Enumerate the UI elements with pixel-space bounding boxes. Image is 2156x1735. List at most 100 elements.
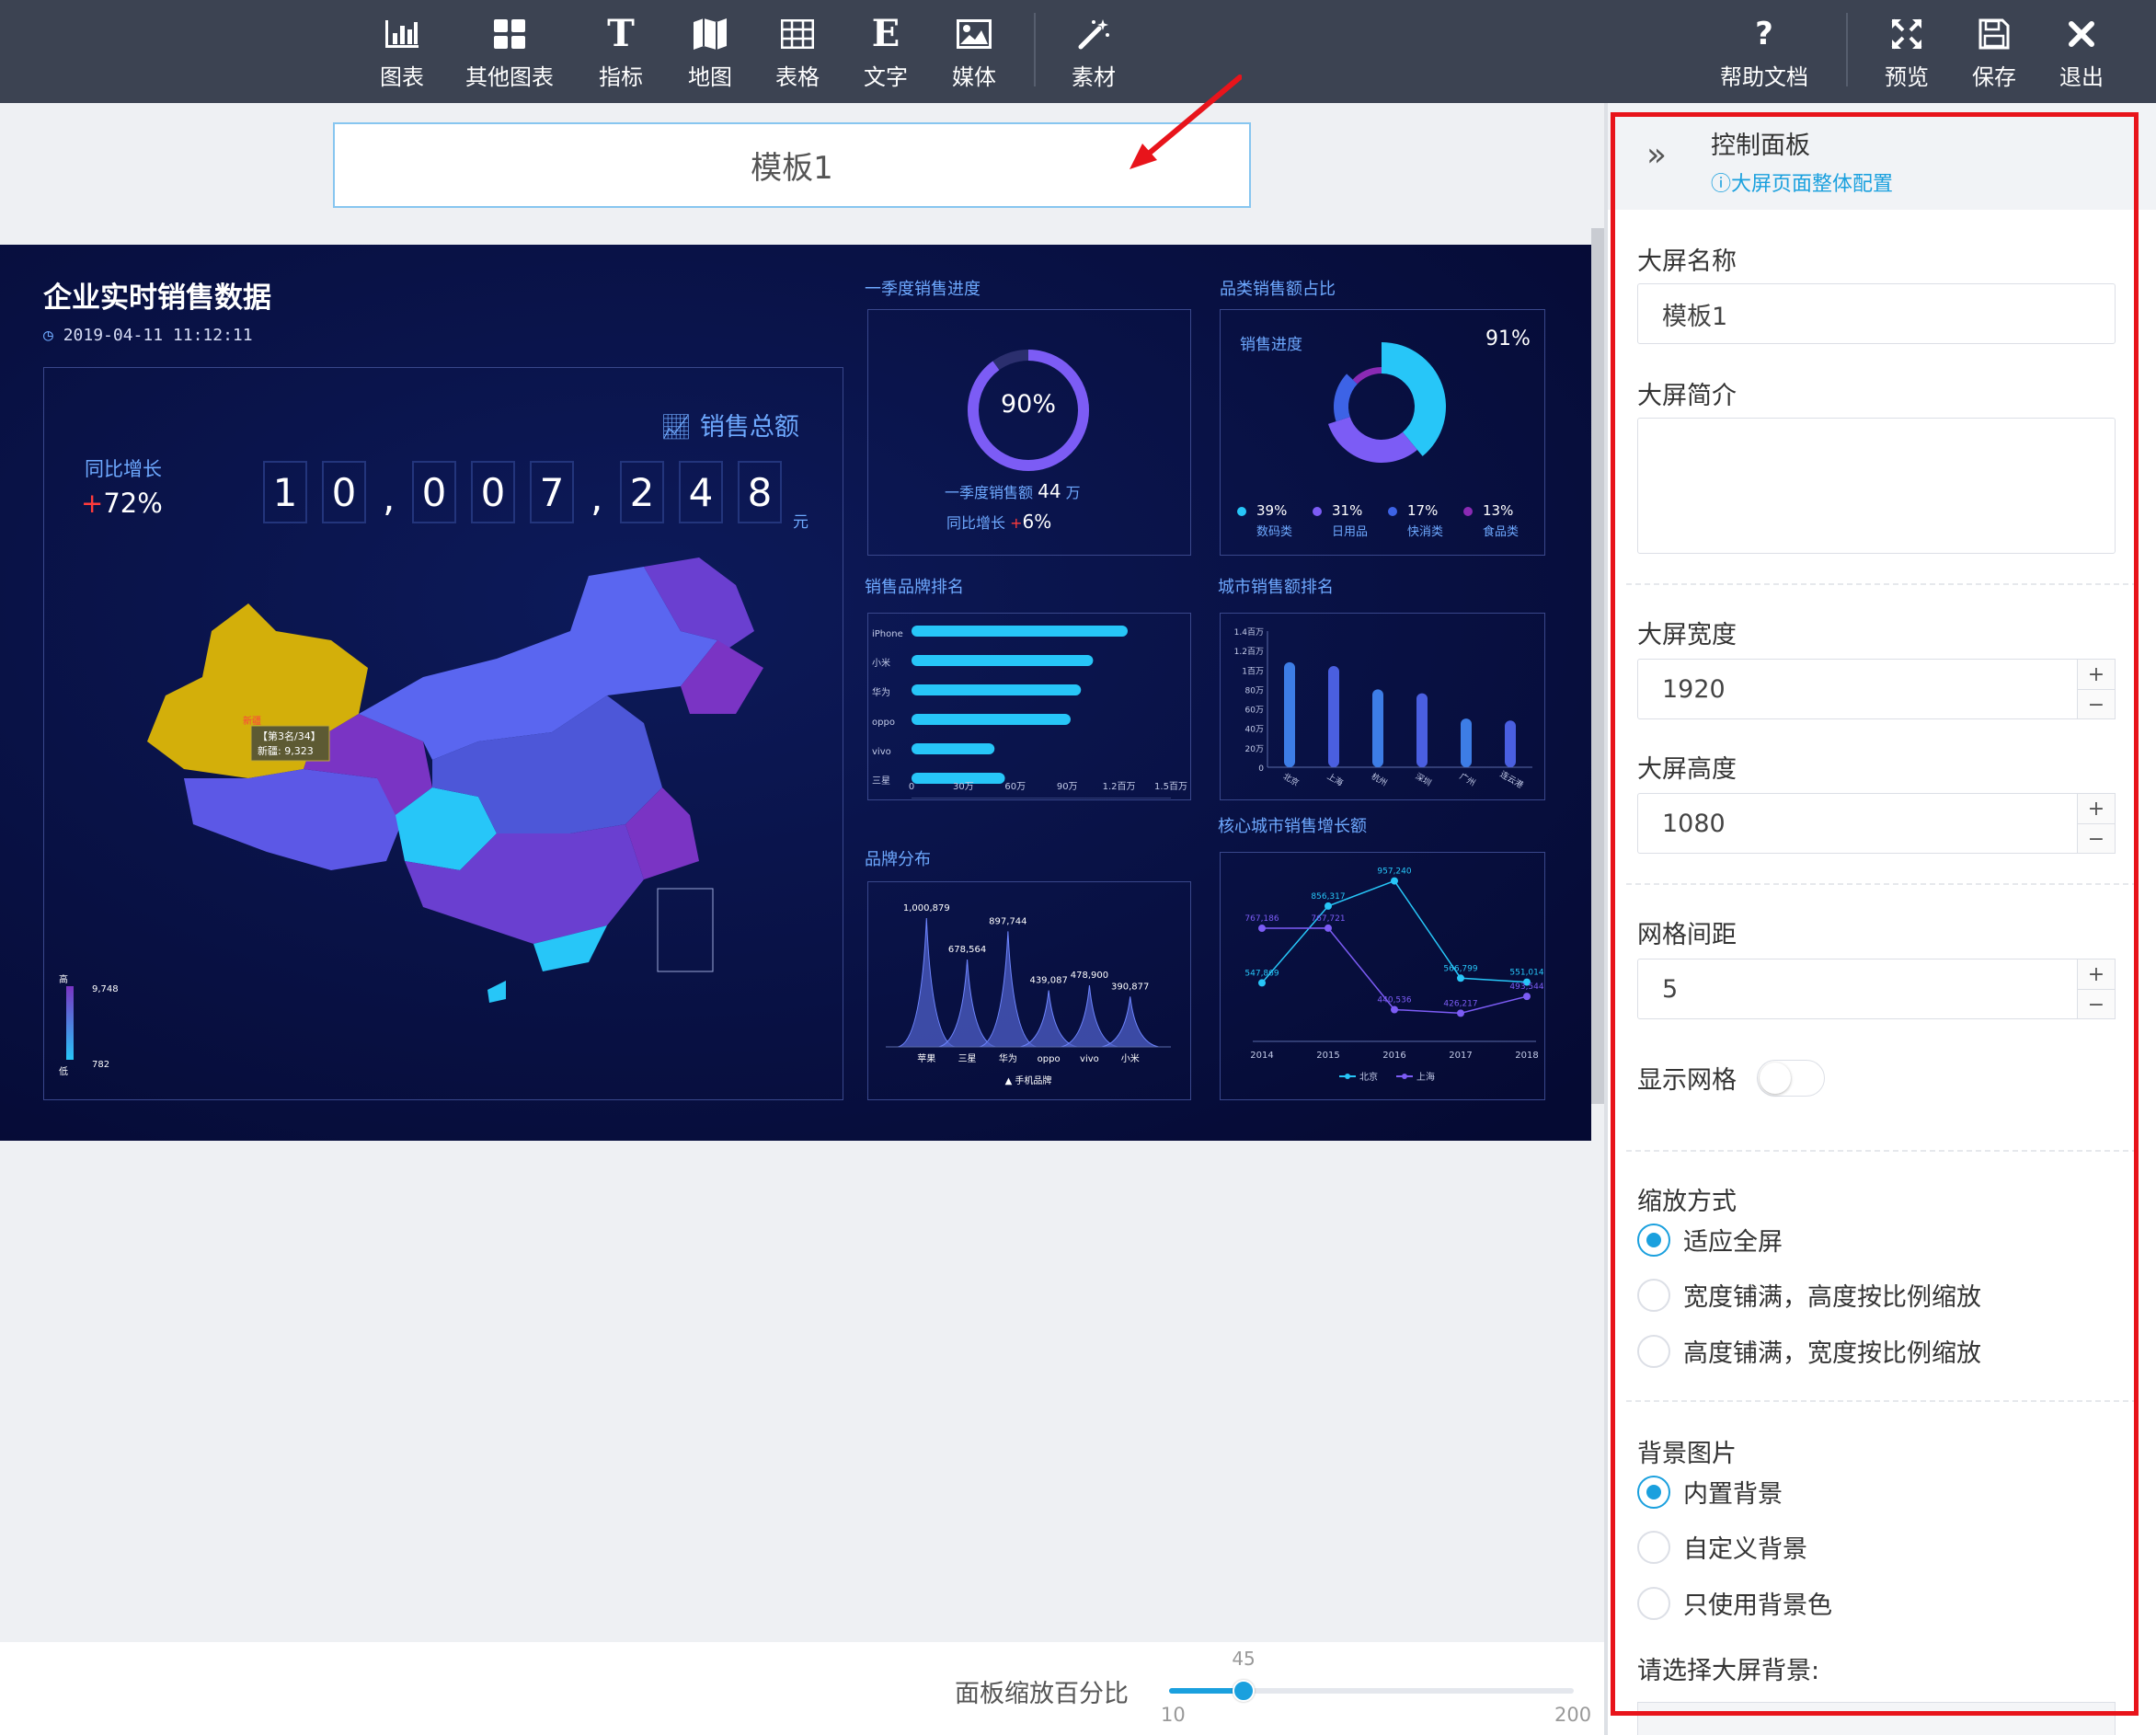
increment-button[interactable]: +: [2078, 794, 2115, 823]
chart-tool-button[interactable]: 图表: [370, 0, 434, 103]
screen-intro-label: 大屏简介: [1637, 382, 1737, 410]
q1-yoy-value: 6%: [1022, 511, 1052, 533]
pie-slice: [1327, 417, 1417, 463]
core-city-line-chart: 2014 2015 2016 2017 2018 547,869 856,317 957,24…: [1244, 868, 1543, 1083]
legend-dot: [1237, 507, 1246, 516]
digit-box: 1: [263, 461, 307, 523]
top-toolbar: 图表 其他图表 T 指标 地图 表格 E 文字 媒体 素材 ? 帮助文档 预览 …: [0, 0, 2156, 103]
scale-option-label: 适应全屏: [1683, 1228, 1783, 1257]
map-tooltip: 【第3名/34】 新疆: 9,323: [250, 725, 330, 762]
material-tool-label: 素材: [1072, 63, 1116, 90]
bg-option-builtin[interactable]: 内置背景: [1637, 1474, 1783, 1510]
point-label: 426,217: [1443, 999, 1477, 1008]
legend-label: 上海: [1416, 1071, 1435, 1083]
text-t-icon: T: [607, 12, 635, 55]
toolbar-divider: [1846, 13, 1848, 86]
radio-unchecked: [1637, 1278, 1670, 1312]
bar: [1284, 661, 1295, 767]
dashboard-preview[interactable]: 企业实时销售数据 ◷ 2019-04-11 11:12:11 📈︎ 销售总额 同…: [0, 245, 1591, 1141]
pie-category-label: 食品类: [1483, 524, 1519, 539]
section-divider: [1626, 1150, 2138, 1152]
control-panel-subtitle-link[interactable]: ⓘ大屏页面整体配置: [1711, 167, 1893, 197]
other-chart-tool-button[interactable]: 其他图表: [463, 0, 556, 103]
bar: [1505, 720, 1516, 767]
scale-option-fit[interactable]: 适应全屏: [1637, 1222, 1783, 1258]
yoy-label: 同比增长: [85, 458, 162, 480]
x-tick-label: 1.2百万: [1103, 781, 1136, 792]
screen-intro-textarea[interactable]: [1637, 418, 2116, 554]
brand-dist-chart: 1,000,879 苹果 678,564 三星 897,744 华为 439,087 oppo…: [886, 903, 1171, 1086]
exit-label: 退出: [2059, 63, 2104, 90]
decrement-button[interactable]: −: [2078, 689, 2115, 719]
scale-option-height[interactable]: 高度铺满，宽度按比例缩放: [1637, 1333, 1981, 1369]
pie-category-label: 快消类: [1407, 525, 1443, 539]
x-tick-label: 2014: [1250, 1051, 1273, 1061]
x-tick-label: 连云港: [1498, 768, 1525, 790]
close-icon: [2068, 13, 2095, 55]
decrement-button[interactable]: −: [2078, 989, 2115, 1019]
area-value-label: 439,087: [1029, 976, 1067, 986]
bg-option-custom[interactable]: 自定义背景: [1637, 1529, 1807, 1565]
help-doc-button[interactable]: ? 帮助文档: [1714, 0, 1815, 103]
help-circle-icon: ⓘ: [1711, 173, 1732, 196]
background-image-label: 背景图片: [1637, 1440, 1737, 1468]
increment-button[interactable]: +: [2078, 959, 2115, 989]
text-tool-button[interactable]: E 文字: [854, 0, 918, 103]
clock-icon: ◷: [43, 326, 63, 345]
screen-name-input[interactable]: 模板1: [1637, 283, 2116, 344]
zoom-label: 面板缩放百分比: [955, 1680, 1129, 1708]
digit-box: 0: [412, 461, 456, 523]
x-tick-label: 广州: [1458, 771, 1478, 788]
table-icon: [781, 13, 814, 55]
legend-dot: [1463, 507, 1473, 516]
save-button[interactable]: 保存: [1962, 0, 2026, 103]
zoom-bar: 面板缩放百分比 45 10 200: [0, 1642, 1604, 1735]
indicator-tool-button[interactable]: T 指标: [589, 0, 653, 103]
y-tick-label: 1.2百万: [1234, 647, 1264, 657]
area-peak: [979, 931, 1037, 1048]
collapse-double-chevron-icon[interactable]: »: [1646, 136, 1667, 174]
dashboard-title: 企业实时销售数据: [43, 282, 271, 315]
q1-sales-unit: 万: [1065, 484, 1081, 501]
china-map[interactable]: 【第3名/34】 新疆: 9,323 新疆: [129, 557, 957, 1036]
y-tick-label: 40万: [1245, 726, 1264, 735]
canvas-scrollbar-thumb[interactable]: [1591, 228, 1604, 1104]
x-tick-label: 上海: [1325, 771, 1346, 788]
save-icon: [1978, 13, 2010, 55]
preview-button[interactable]: 预览: [1875, 0, 1939, 103]
point-label: 566,799: [1443, 964, 1477, 973]
text-e-icon: E: [871, 12, 900, 55]
save-label: 保存: [1972, 63, 2016, 90]
category-pie-chart: 39% 数码类 31% 日用品 17% 快消类 13% 食品类: [1237, 342, 1519, 539]
grid-spacing-input[interactable]: 5: [1637, 959, 2116, 1019]
decrement-button[interactable]: −: [2078, 823, 2115, 854]
zoom-slider-thumb[interactable]: [1233, 1680, 1256, 1702]
screen-title-input[interactable]: 模板1: [333, 122, 1251, 208]
screen-width-input[interactable]: 1920: [1637, 659, 2116, 719]
trend-icon: 📈︎: [660, 413, 700, 442]
increment-button[interactable]: +: [2078, 660, 2115, 689]
bg-option-color[interactable]: 只使用背景色: [1637, 1585, 1832, 1621]
digit-box: 4: [679, 461, 723, 523]
bg-select-list[interactable]: [1637, 1702, 2116, 1735]
legend-max-value: 9,748: [92, 984, 119, 994]
material-tool-button[interactable]: 素材: [1061, 0, 1126, 103]
area-value-label: 1,000,879: [903, 903, 950, 913]
x-tick-label: 三星: [958, 1053, 977, 1064]
show-grid-toggle[interactable]: [1757, 1060, 1825, 1097]
x-tick-label: 90万: [1057, 782, 1078, 792]
bar-category-label: 华为: [872, 686, 890, 698]
map-tool-button[interactable]: 地图: [678, 0, 742, 103]
pie-value-label: 17%: [1407, 502, 1438, 519]
screen-name-label: 大屏名称: [1637, 247, 1737, 276]
pie-slice: [1352, 367, 1382, 385]
scale-option-label: 高度铺满，宽度按比例缩放: [1683, 1339, 1981, 1368]
section-divider: [1626, 1400, 2138, 1402]
screen-height-input[interactable]: 1080: [1637, 793, 2116, 854]
exit-button[interactable]: 退出: [2049, 0, 2114, 103]
pie-value-label: 31%: [1332, 502, 1362, 519]
media-tool-button[interactable]: 媒体: [942, 0, 1006, 103]
scale-option-width[interactable]: 宽度铺满，高度按比例缩放: [1637, 1277, 1981, 1313]
table-tool-button[interactable]: 表格: [765, 0, 830, 103]
zoom-slider-track[interactable]: 45: [1169, 1648, 1574, 1702]
